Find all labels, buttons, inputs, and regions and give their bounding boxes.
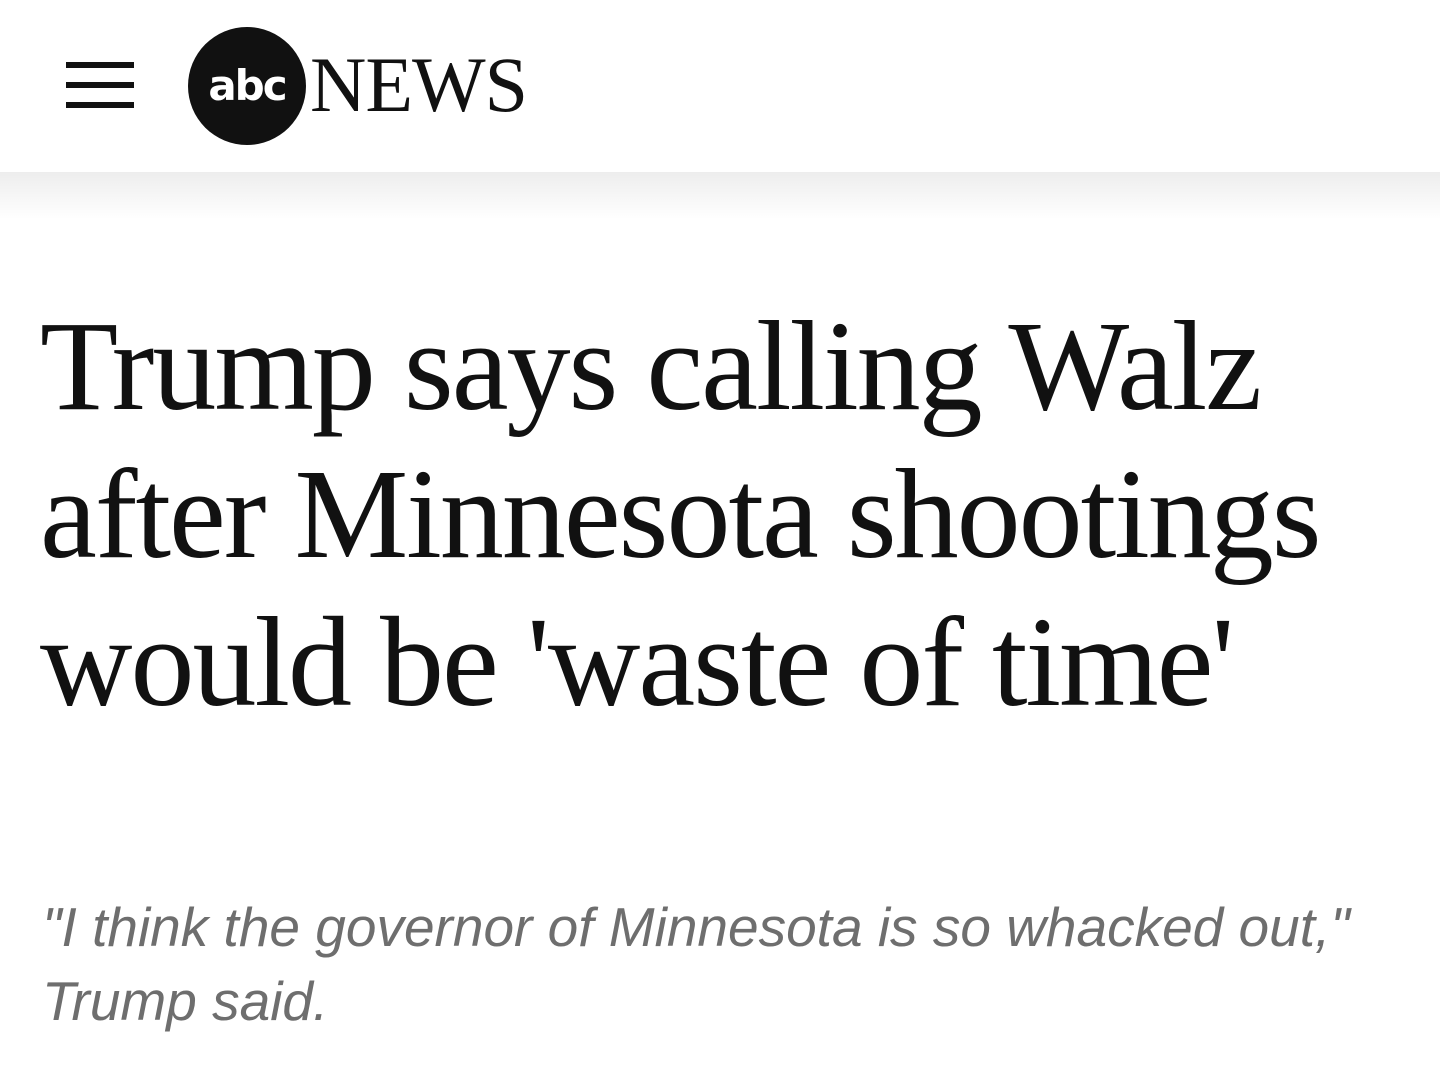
menu-bar <box>66 102 134 108</box>
hamburger-menu-icon[interactable] <box>66 62 134 108</box>
abc-news-logo[interactable]: abc NEWS <box>188 27 558 145</box>
menu-bar <box>66 82 134 88</box>
menu-bar <box>66 62 134 68</box>
logo-mark-text: abc <box>208 61 287 110</box>
article-headline: Trump says calling Walz after Minnesota … <box>40 295 1322 733</box>
site-header: abc NEWS <box>0 0 1440 172</box>
logo-wordmark: NEWS <box>310 41 528 128</box>
article-subheadline: "I think the governor of Minnesota is so… <box>42 896 1350 1032</box>
header-shadow <box>0 172 1440 220</box>
